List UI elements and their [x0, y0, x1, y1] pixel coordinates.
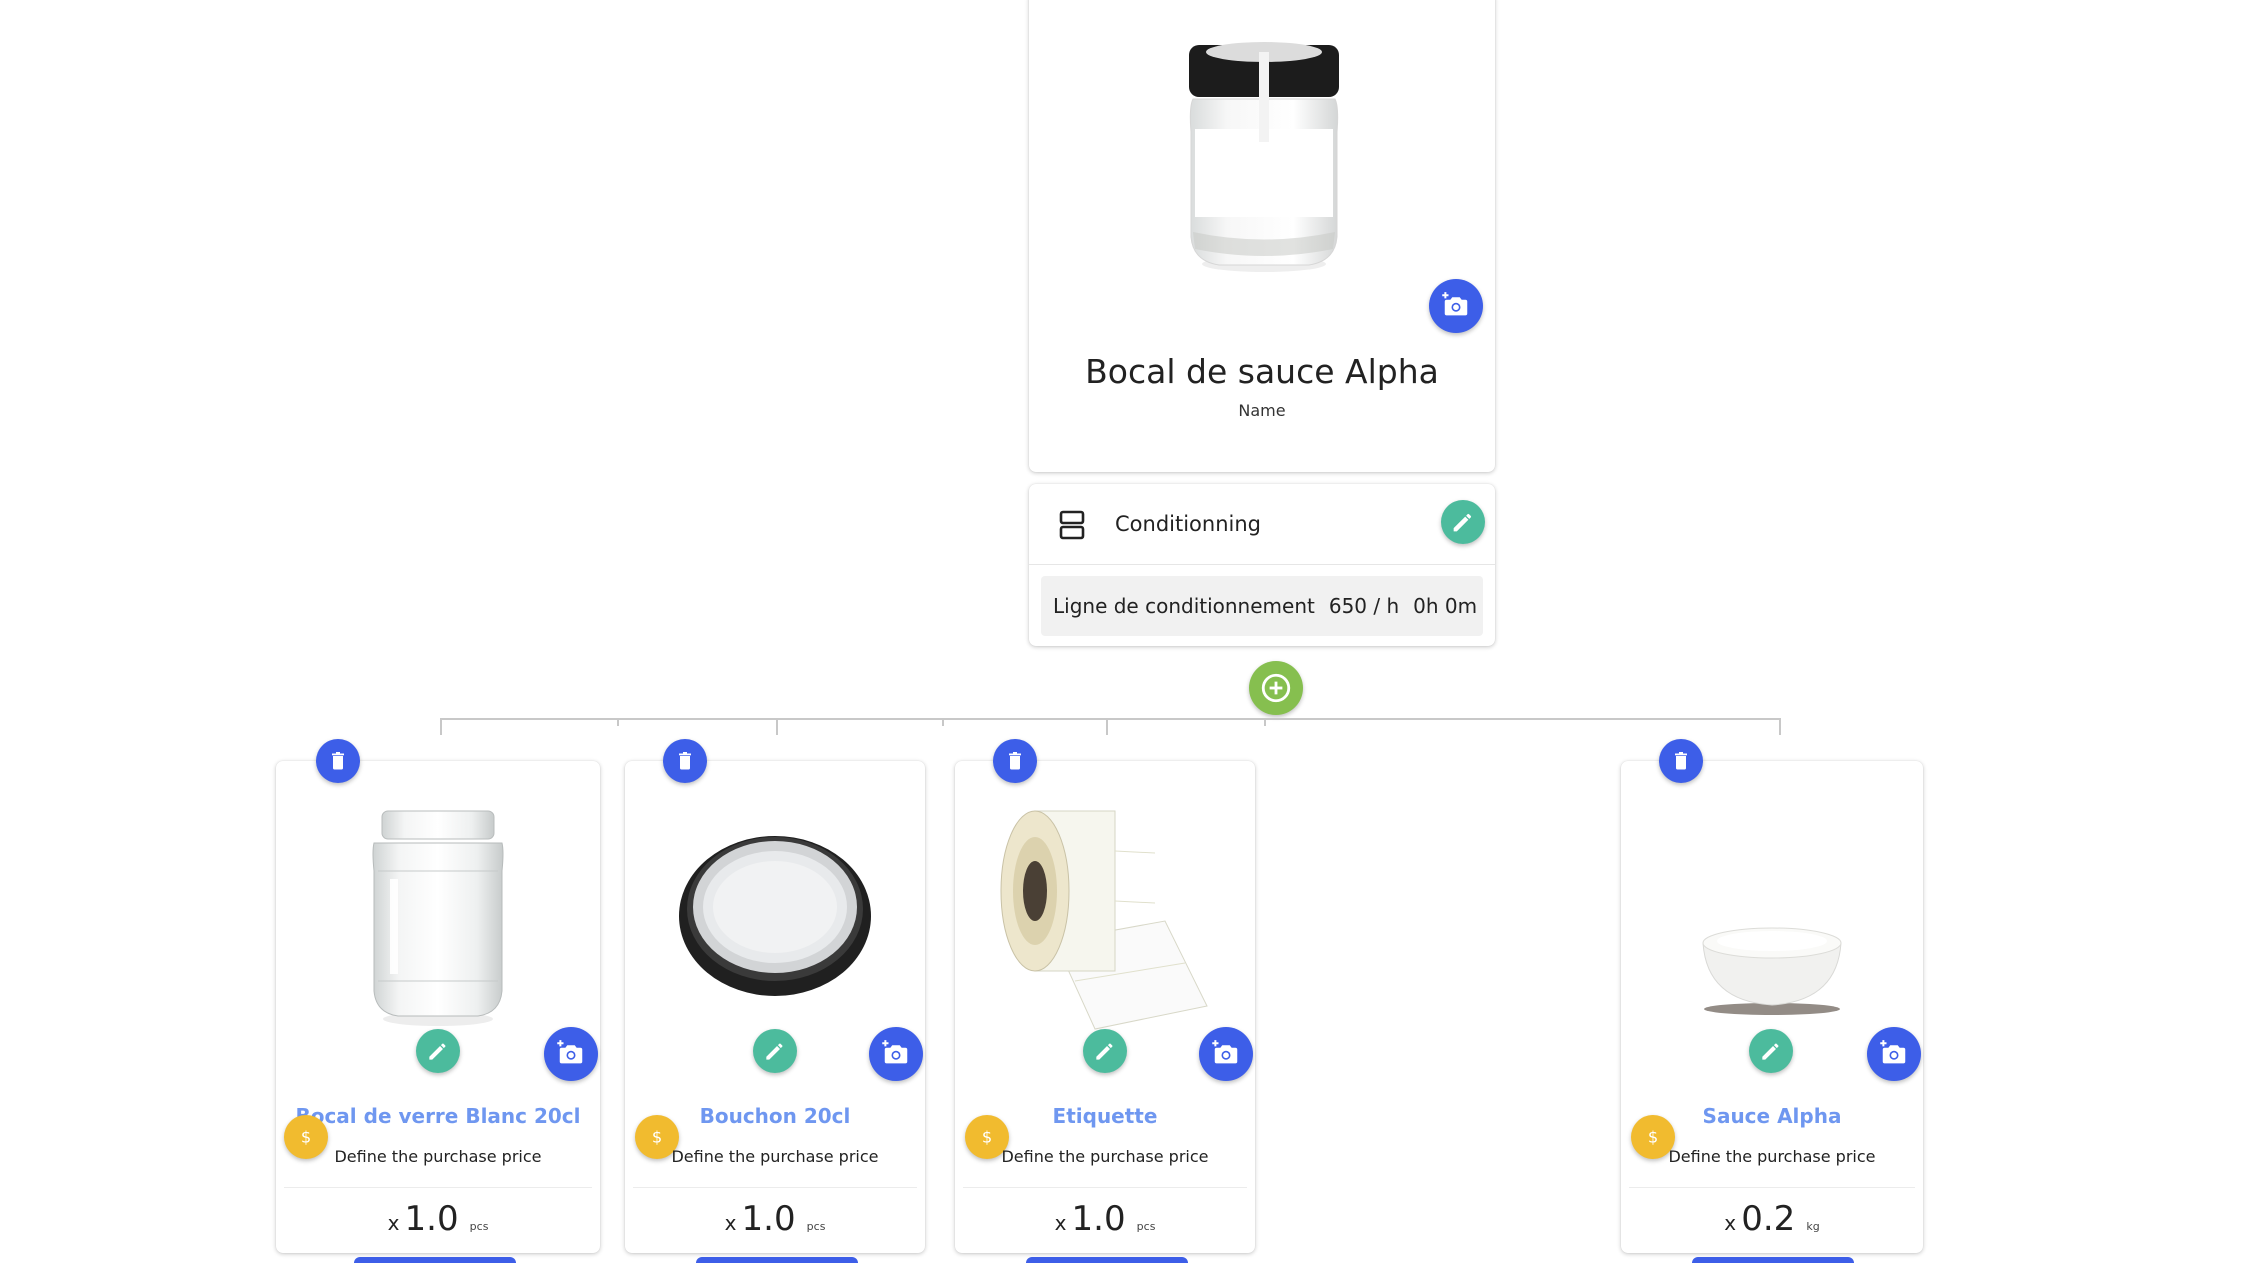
- component-quantity[interactable]: x 1.0 pcs: [276, 1199, 600, 1239]
- component-image: [276, 791, 600, 1031]
- add-photo-icon: [1879, 1039, 1909, 1069]
- quantity-value: 0.2: [1741, 1199, 1796, 1239]
- add-photo-icon: [556, 1039, 586, 1069]
- delete-component-button[interactable]: [1659, 739, 1703, 783]
- pencil-icon: [1092, 1038, 1118, 1064]
- process-line-duration: 0h 0m: [1413, 594, 1478, 618]
- card-divider: [1629, 1187, 1915, 1188]
- component-quantity[interactable]: x 1.0 pcs: [955, 1199, 1255, 1239]
- pencil-icon: [425, 1038, 451, 1064]
- quantity-prefix: x: [387, 1211, 400, 1235]
- quantity-unit: kg: [1806, 1220, 1820, 1233]
- product-name[interactable]: Bocal de sauce Alpha: [1029, 352, 1495, 391]
- price-prompt[interactable]: Define the purchase price: [1621, 1147, 1923, 1166]
- process-divider: [1029, 564, 1495, 565]
- delete-component-button[interactable]: [316, 739, 360, 783]
- add-photo-button[interactable]: [544, 1027, 598, 1081]
- card-divider: [284, 1187, 592, 1188]
- component-image: [625, 791, 925, 1031]
- quantity-value: 1.0: [1071, 1199, 1126, 1239]
- process-line-row[interactable]: Ligne de conditionnement 650 / h 0h 0m: [1041, 576, 1483, 636]
- quantity-value: 1.0: [741, 1199, 796, 1239]
- add-photo-button[interactable]: [1867, 1027, 1921, 1081]
- add-photo-button[interactable]: [1199, 1027, 1253, 1081]
- pencil-icon: [1449, 508, 1477, 536]
- process-card: Conditionning Ligne de conditionnement 6…: [1029, 484, 1495, 646]
- quantity-unit: pcs: [1136, 1220, 1156, 1233]
- jar-lid-image: [679, 836, 871, 996]
- component-action-bar[interactable]: [696, 1257, 858, 1263]
- label-roll-image: [1000, 810, 1208, 1030]
- process-line-name: Ligne de conditionnement: [1053, 594, 1315, 618]
- process-line-rate: 650 / h: [1328, 594, 1400, 618]
- add-component-button[interactable]: [1249, 661, 1303, 715]
- delete-component-button[interactable]: [663, 739, 707, 783]
- component-action-bar[interactable]: [1692, 1257, 1854, 1263]
- pencil-icon: [762, 1038, 788, 1064]
- sauce-jar-image: [1189, 42, 1339, 272]
- product-name-caption: Name: [1238, 401, 1286, 420]
- sauce-bowl-image: [1702, 927, 1842, 1015]
- edit-component-button[interactable]: [1083, 1029, 1127, 1073]
- quantity-prefix: x: [1724, 1211, 1737, 1235]
- quantity-unit: pcs: [806, 1220, 826, 1233]
- process-icon: [1059, 510, 1085, 540]
- add-photo-icon: [1211, 1039, 1241, 1069]
- add-photo-button[interactable]: [869, 1027, 923, 1081]
- component-card: Bouchon 20cl Define the purchase price x…: [625, 739, 925, 1253]
- card-divider: [633, 1187, 917, 1188]
- component-action-bar[interactable]: [354, 1257, 516, 1263]
- edit-component-button[interactable]: [416, 1029, 460, 1073]
- component-image: [1621, 791, 1923, 1031]
- quantity-prefix: x: [1054, 1211, 1067, 1235]
- card-divider: [963, 1187, 1247, 1188]
- component-card: Bocal de verre Blanc 20cl Define the pur…: [276, 739, 600, 1253]
- quantity-unit: pcs: [469, 1220, 489, 1233]
- product-card: Bocal de sauce Alpha Name: [1029, 0, 1495, 472]
- trash-icon: [326, 749, 350, 773]
- edit-process-button[interactable]: [1441, 500, 1485, 544]
- delete-component-button[interactable]: [993, 739, 1037, 783]
- trash-icon: [1669, 749, 1693, 773]
- price-prompt[interactable]: Define the purchase price: [625, 1147, 925, 1166]
- glass-jar-image: [372, 810, 504, 1026]
- add-photo-icon: [1441, 291, 1471, 321]
- pencil-icon: [1758, 1038, 1784, 1064]
- trash-icon: [1003, 749, 1027, 773]
- price-prompt[interactable]: Define the purchase price: [276, 1147, 600, 1166]
- component-quantity[interactable]: x 0.2 kg: [1621, 1199, 1923, 1239]
- component-action-bar[interactable]: [1026, 1257, 1188, 1263]
- edit-component-button[interactable]: [753, 1029, 797, 1073]
- trash-icon: [673, 749, 697, 773]
- process-label: Conditionning: [1115, 512, 1261, 536]
- product-image: [1179, 37, 1349, 277]
- plus-icon: [1259, 671, 1293, 705]
- component-quantity[interactable]: x 1.0 pcs: [625, 1199, 925, 1239]
- quantity-value: 1.0: [404, 1199, 459, 1239]
- component-card: Sauce Alpha Define the purchase price x …: [1621, 739, 1923, 1253]
- add-photo-button[interactable]: [1429, 279, 1483, 333]
- component-card: Etiquette Define the purchase price x 1.…: [955, 739, 1255, 1253]
- component-image: [955, 791, 1255, 1031]
- price-prompt[interactable]: Define the purchase price: [955, 1147, 1255, 1166]
- add-photo-icon: [881, 1039, 911, 1069]
- quantity-prefix: x: [724, 1211, 737, 1235]
- edit-component-button[interactable]: [1749, 1029, 1793, 1073]
